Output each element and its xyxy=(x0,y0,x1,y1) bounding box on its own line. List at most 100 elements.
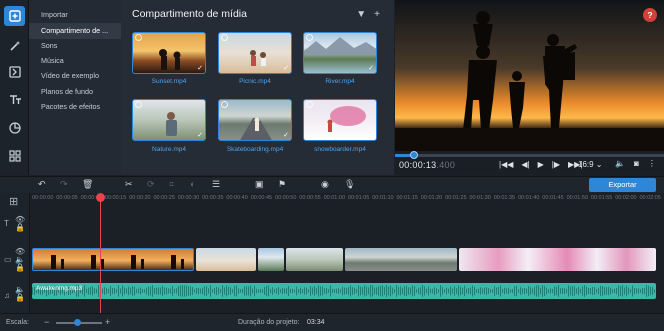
category-media-bin[interactable]: Compartimento de ... xyxy=(29,23,121,39)
checkmark-icon: ✓ xyxy=(283,65,289,72)
media-thumbnail-river[interactable]: ✓ xyxy=(303,32,377,74)
preview-frame xyxy=(395,0,664,151)
ruler-tick-label: 00:00:30 xyxy=(177,195,200,201)
playhead-line xyxy=(100,195,101,313)
media-thumbnail-skateboarding[interactable]: ✓ xyxy=(218,99,292,141)
undo-icon[interactable]: ↶ xyxy=(38,179,46,190)
webcam-icon[interactable]: ◉ xyxy=(321,179,329,190)
checkmark-icon: ✓ xyxy=(368,65,374,72)
ruler-tick-label: 00:00:05 xyxy=(56,195,78,201)
zoom-in-icon[interactable]: + xyxy=(105,317,110,327)
checkmark-icon: ✓ xyxy=(368,132,374,139)
preview-panel: ? 00:00:13.400 |◀◀ ◀| ▶ |▶ ▶▶| 16:9 ⌄ 🔈 … xyxy=(395,0,664,175)
help-button[interactable]: ? xyxy=(643,8,657,22)
import-icon[interactable] xyxy=(4,6,25,26)
rotate-icon[interactable]: ⟳ xyxy=(147,179,155,190)
timecode-ms: .400 xyxy=(436,160,456,170)
category-list: Importar Compartimento de ... Sons Músic… xyxy=(29,0,121,175)
zoom-out-icon[interactable]: − xyxy=(44,317,49,327)
snapshot-icon[interactable]: ◙ xyxy=(634,159,639,168)
prev-frame-icon[interactable]: ◀| xyxy=(521,160,529,169)
ruler-tick-label: 00:01:30 xyxy=(469,195,491,201)
delete-icon[interactable]: 🗑 xyxy=(82,179,93,190)
playback-controls: |◀◀ ◀| ▶ |▶ ▶▶| xyxy=(499,160,582,169)
project-duration-value: 03:34 xyxy=(307,319,325,326)
select-circle-icon xyxy=(135,34,142,41)
more-options-icon[interactable]: ⋮ xyxy=(648,159,656,168)
redo-icon[interactable]: ↷ xyxy=(60,179,68,190)
color-adjust-icon[interactable]: ◐ xyxy=(190,179,195,189)
ruler-tick-label: 00:01:55 xyxy=(590,195,613,201)
timeline-audio-clip[interactable]: Awakening.mp3 xyxy=(32,283,656,299)
category-backgrounds[interactable]: Planos de fundo xyxy=(29,84,121,100)
marker-icon[interactable]: ⚑ xyxy=(278,179,286,190)
timeline-clip-snowboarder[interactable] xyxy=(459,248,656,271)
ruler-tick-label: 00:01:35 xyxy=(493,195,516,201)
category-music[interactable]: Música xyxy=(29,53,121,69)
media-filename: snowboarder.mp4 xyxy=(314,146,366,153)
magic-wand-icon[interactable] xyxy=(4,36,25,56)
audio-clip-label: Awakening.mp3 xyxy=(36,285,83,292)
lock-icon[interactable]: 🔒 xyxy=(15,263,25,272)
media-thumbnail-picnic[interactable]: ✓ xyxy=(218,32,292,74)
track-headers: ⊞ T 👁 🔒 ▭ 👁 🔈 🔒 ♫ 🔈 🔒 xyxy=(0,193,30,313)
category-sounds[interactable]: Sons xyxy=(29,38,121,54)
timeline-toolbar: ↶ ↷ 🗑 ✂ ⟳ ⌗ ◐ ☰ ▣ ⚑ ◉ 🎙 Exportar xyxy=(0,176,664,193)
aspect-ratio-select[interactable]: 16:9 ⌄ xyxy=(578,160,603,169)
export-button[interactable]: Exportar xyxy=(589,178,656,192)
media-thumbnail-nature[interactable]: ✓ xyxy=(132,99,206,141)
add-track-icon[interactable]: ⊞ xyxy=(9,195,18,208)
timeline-clip-sunset[interactable] xyxy=(32,248,194,271)
ruler-tick-label: 00:00:00 xyxy=(32,195,54,201)
ruler-tick-label: 00:02:05 xyxy=(639,195,661,201)
titles-icon[interactable] xyxy=(4,90,25,110)
chevron-down-icon: ⌄ xyxy=(593,160,603,169)
media-filename: Nature.mp4 xyxy=(152,146,186,153)
ruler-tick-label: 00:00:40 xyxy=(226,195,248,201)
select-circle-icon xyxy=(135,101,142,108)
timeline-clip-nature[interactable] xyxy=(286,248,343,271)
overlay-icon[interactable]: ▣ xyxy=(255,179,264,190)
media-thumbnail-snowboarder[interactable]: ✓ xyxy=(303,99,377,141)
timeline-clip-picnic[interactable] xyxy=(196,248,256,271)
playhead-handle[interactable] xyxy=(96,193,105,202)
scrubber-handle[interactable] xyxy=(409,151,418,159)
ruler-tick-label: 00:00:45 xyxy=(250,195,273,201)
ruler-tick-label: 00:00:15 xyxy=(104,195,127,201)
lock-icon[interactable]: 🔒 xyxy=(15,293,25,302)
timeline[interactable]: ⊞ T 👁 🔒 ▭ 👁 🔈 🔒 ♫ 🔈 🔒 00:00:00 00:00:05 00… xyxy=(0,193,664,313)
category-effect-packs[interactable]: Pacotes de efeitos xyxy=(29,99,121,115)
media-bin-panel: Compartimento de mídia ▼ + ✓ Sunset.mp4 … xyxy=(121,0,394,175)
audio-waveform xyxy=(32,285,655,297)
cut-icon[interactable]: ✂ xyxy=(125,179,133,190)
ruler-tick-label: 00:00:25 xyxy=(153,195,175,201)
preview-scrubber[interactable] xyxy=(395,151,664,159)
category-import[interactable]: Importar xyxy=(29,7,121,23)
select-circle-icon xyxy=(221,101,228,108)
more-tools-icon[interactable] xyxy=(4,146,25,166)
play-icon[interactable]: ▶ xyxy=(538,160,544,169)
ruler-tick-label: 00:00:55 xyxy=(299,195,321,201)
video-preview[interactable]: ? xyxy=(395,0,664,151)
timeline-clip-river[interactable] xyxy=(258,248,284,271)
volume-icon[interactable]: 🔈 xyxy=(615,159,625,168)
aspect-ratio-value: 16:9 xyxy=(578,160,594,169)
lock-icon[interactable]: 🔒 xyxy=(15,223,25,232)
time-ruler[interactable]: 00:00:00 00:00:05 00:00:10 00:00:15 00:00:20… xyxy=(30,193,664,203)
skip-start-icon[interactable]: |◀◀ xyxy=(499,160,513,169)
ruler-tick-label: 00:00:35 xyxy=(202,195,224,201)
zoom-slider-handle[interactable] xyxy=(73,319,81,326)
media-thumbnail-sunset[interactable]: ✓ xyxy=(132,32,206,74)
plus-icon[interactable]: + xyxy=(374,9,380,21)
timeline-clip-skateboarding[interactable] xyxy=(345,248,457,271)
stickers-icon[interactable] xyxy=(4,118,25,138)
category-sample-video[interactable]: Vídeo de exemplo xyxy=(29,68,121,84)
clip-properties-icon[interactable]: ☰ xyxy=(212,179,220,190)
microphone-icon[interactable]: 🎙 xyxy=(344,179,355,190)
filter-icon[interactable]: ▼ xyxy=(356,9,366,21)
crop-icon[interactable]: ⌗ xyxy=(169,179,174,190)
next-frame-icon[interactable]: |▶ xyxy=(552,160,560,169)
preview-right-controls: 🔈 ◙ ⋮ xyxy=(615,159,656,168)
transitions-icon[interactable] xyxy=(4,62,25,82)
project-duration-label: Duração do projeto: xyxy=(238,319,300,326)
